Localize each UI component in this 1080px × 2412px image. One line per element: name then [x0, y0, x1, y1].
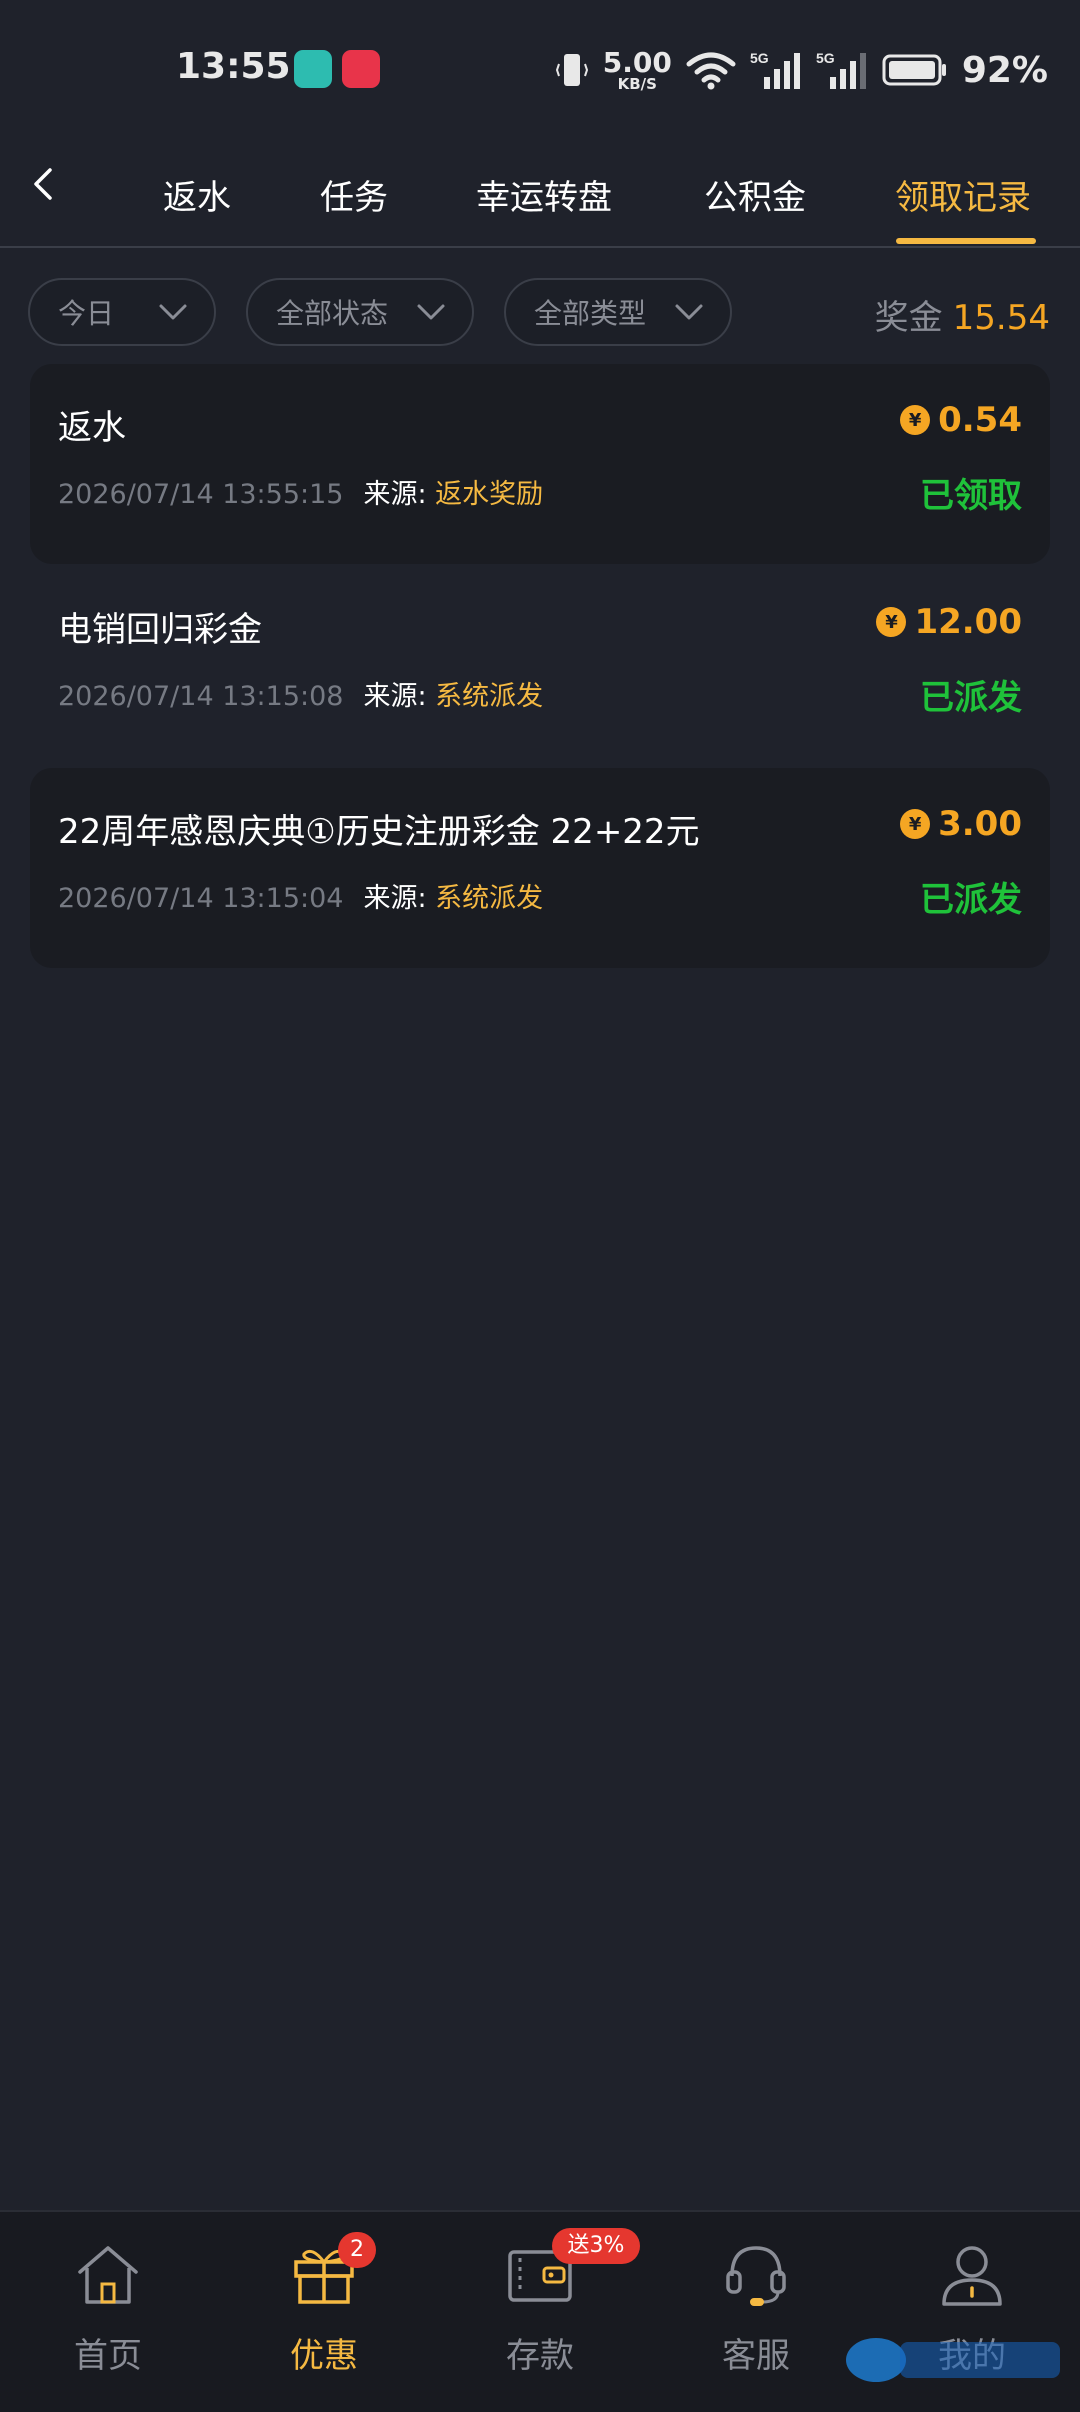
record-title: 电销回归彩金 [58, 610, 262, 650]
status-time: 13:55 [176, 46, 291, 87]
record-status: 已派发 [920, 678, 1022, 718]
wifi-icon [686, 52, 736, 90]
signal-5g-icon-2: 5G [816, 50, 866, 89]
type-filter-label: 全部类型 [534, 297, 647, 330]
record-source: 系统派发 [435, 883, 544, 914]
nav-customer-service-label: 客服 [722, 2336, 790, 2376]
back-arrow-icon[interactable] [22, 162, 66, 206]
status-filter-label: 全部状态 [276, 297, 389, 330]
record-amount-value: 12.00 [914, 602, 1022, 642]
status-filter-dropdown[interactable]: 全部状态 [246, 278, 474, 346]
watermark-logo [846, 2338, 1060, 2382]
tab-provident-fund[interactable]: 公积金 [704, 170, 806, 219]
date-filter-label: 今日 [58, 297, 115, 330]
nav-home-label: 首页 [74, 2336, 142, 2376]
record-meta: 2026/07/14 13:55:15 来源: 返水奖励 [58, 472, 543, 511]
nav-customer-service[interactable]: 客服 [686, 2240, 826, 2390]
record-item: 返水 2026/07/14 13:55:15 来源: 返水奖励 ¥ 0.54 已领… [30, 364, 1050, 564]
tab-rebate[interactable]: 返水 [163, 170, 231, 219]
tab-lucky-wheel[interactable]: 幸运转盘 [476, 170, 612, 219]
record-item: 22周年感恩庆典①历史注册彩金 22+22元 2026/07/14 13:15:… [30, 768, 1050, 968]
nav-home[interactable]: 首页 [38, 2240, 178, 2390]
vibrate-icon [555, 54, 588, 86]
battery-percent: 92% [961, 49, 1048, 91]
record-amount: ¥ 12.00 [876, 602, 1022, 642]
signal-5g-icon: 5G [750, 50, 800, 89]
nav-promotions[interactable]: 2 优惠 [254, 2232, 394, 2390]
record-meta: 2026/07/14 13:15:04 来源: 系统派发 [58, 876, 543, 915]
header-tabs: 返水 任务 幸运转盘 公积金 领取记录 [0, 140, 1080, 248]
date-filter-dropdown[interactable]: 今日 [28, 278, 216, 346]
record-source: 系统派发 [435, 681, 544, 712]
record-title: 22周年感恩庆典①历史注册彩金 22+22元 [58, 812, 700, 852]
net-speed-unit: KB/S [617, 74, 657, 93]
record-title: 返水 [58, 408, 126, 448]
record-source-label: 来源: [363, 883, 427, 914]
record-status: 已派发 [920, 880, 1022, 920]
chevron-down-icon [159, 304, 187, 320]
coin-icon: ¥ [900, 405, 931, 435]
record-amount-value: 0.54 [938, 400, 1022, 440]
notification-app-icon-2 [342, 50, 380, 88]
net-speed: 5.00 KB/S [602, 45, 672, 93]
page: 13:55 5.00 KB/S 5G 5G 92% 返水 任务 幸运转盘 公积金… [0, 0, 1080, 2412]
deposit-badge: 送3% [552, 2228, 640, 2264]
type-filter-dropdown[interactable]: 全部类型 [504, 278, 732, 346]
net-speed-value: 5.00 [602, 45, 672, 79]
record-source: 返水奖励 [435, 479, 544, 510]
coin-icon: ¥ [876, 607, 907, 637]
nav-promotions-label: 优惠 [290, 2336, 358, 2376]
record-time: 2026/07/14 13:15:08 [58, 681, 344, 712]
bonus-total-label: 奖金 [874, 298, 943, 338]
status-indicators: 5.00 KB/S 5G 5G 92% [555, 40, 1048, 100]
user-icon [942, 2246, 1002, 2306]
notification-app-icon [294, 50, 332, 88]
status-bar: 13:55 5.00 KB/S 5G 5G 92% [0, 0, 1080, 140]
battery-icon [882, 54, 946, 86]
record-amount: ¥ 0.54 [900, 400, 1022, 440]
active-tab-indicator [896, 238, 1036, 244]
record-source-label: 来源: [363, 479, 427, 510]
svg-text:5G: 5G [816, 50, 835, 66]
bonus-total-amount: 15.54 [952, 298, 1050, 338]
record-item: 电销回归彩金 2026/07/14 13:15:08 来源: 系统派发 ¥ 12.… [30, 566, 1050, 766]
record-meta: 2026/07/14 13:15:08 来源: 系统派发 [58, 674, 543, 713]
record-amount: ¥ 3.00 [900, 804, 1022, 844]
record-source-label: 来源: [363, 681, 427, 712]
home-icon [78, 2246, 138, 2304]
promotions-badge: 2 [338, 2232, 376, 2268]
tab-claim-records[interactable]: 领取记录 [895, 170, 1031, 219]
nav-deposit-label: 存款 [506, 2336, 574, 2376]
bonus-total: 奖金 15.54 [875, 290, 1050, 339]
record-time: 2026/07/14 13:15:04 [58, 883, 344, 914]
record-status: 已领取 [920, 476, 1022, 516]
bottom-nav: 首页 2 优惠 送3% 存款 客服 [0, 2210, 1080, 2412]
headset-icon [726, 2246, 786, 2306]
tab-tasks[interactable]: 任务 [320, 170, 388, 219]
record-time: 2026/07/14 13:55:15 [58, 479, 344, 510]
coin-icon: ¥ [900, 809, 931, 839]
nav-deposit[interactable]: 送3% 存款 [470, 2228, 640, 2390]
svg-text:5G: 5G [750, 50, 769, 66]
chevron-down-icon [675, 304, 703, 320]
chevron-down-icon [417, 304, 445, 320]
record-amount-value: 3.00 [938, 804, 1022, 844]
